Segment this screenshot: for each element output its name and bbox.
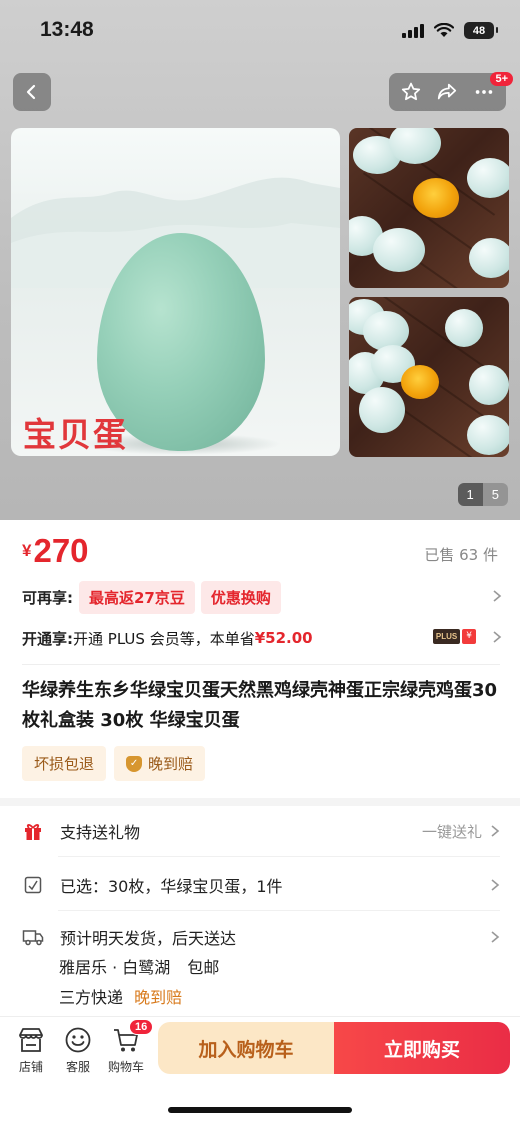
chevron-right-icon	[491, 825, 500, 837]
divider	[58, 856, 500, 857]
main-product-image[interactable]: 宝贝蛋	[11, 128, 340, 456]
chevron-right-icon	[490, 878, 500, 892]
gift-action[interactable]: 一键送礼	[422, 821, 500, 842]
service-tag-late-compensation[interactable]: ✓ 晚到赔	[114, 746, 206, 781]
service-tag-damage-refund[interactable]: 坏损包退	[22, 746, 107, 781]
divider	[58, 910, 500, 911]
cart-icon: 16	[111, 1019, 154, 1055]
shop-icon	[16, 1025, 46, 1055]
wifi-icon	[434, 23, 454, 37]
shield-icon: ✓	[126, 755, 143, 772]
benefit-tag-exchange[interactable]: 优惠换购	[200, 580, 281, 614]
ship-location: 雅居乐 · 白鹭湖	[59, 958, 171, 977]
ship-courier-line: 三方快递 晚到赔	[59, 984, 182, 1008]
product-gallery[interactable]: 13:48 48 5+ 宝贝蛋 1 5	[0, 0, 520, 520]
plus-label: 开通享:	[22, 629, 73, 648]
chevron-right-icon	[492, 629, 502, 648]
plus-row[interactable]: 开通享: 开通 PLUS 会员等，本单省 ¥52.00 PLUS ¥	[22, 623, 502, 653]
back-arrow-icon	[26, 84, 36, 100]
customer-service-button[interactable]: 客服	[58, 1025, 98, 1075]
battery-icon: 48	[464, 22, 498, 39]
share-button[interactable]	[432, 77, 462, 107]
favorite-button[interactable]	[396, 77, 426, 107]
add-to-cart-button[interactable]: 加入购物车	[158, 1022, 334, 1074]
thumbnail-image[interactable]	[349, 128, 509, 288]
plus-logo: PLUS ¥	[432, 629, 476, 644]
late-compensation-label: 晚到赔	[148, 755, 194, 773]
product-title: 华绿养生东乡华绿宝贝蛋天然黑鸡绿壳神蛋正宗绿壳鸡蛋30枚礼盒装 30枚 华绿宝贝…	[22, 680, 498, 731]
cart-label: 购物车	[107, 1060, 144, 1074]
chevron-right-icon	[492, 588, 502, 607]
sold-count: 已售 63 件	[424, 546, 498, 564]
plus-save-amount: ¥52.00	[254, 629, 313, 647]
selected-spec-row[interactable]: 已选：30枚，华绿宝贝蛋，1件	[22, 872, 500, 898]
plus-logo-coupon: ¥	[462, 629, 476, 644]
ship-free: 包邮	[187, 958, 220, 977]
shipping-row[interactable]: 预计明天发货，后天送达	[22, 924, 500, 950]
image-page-indicator: 1 5	[457, 483, 508, 506]
smile-icon	[63, 1025, 93, 1055]
status-icons: 48	[402, 22, 498, 39]
ship-estimate: 预计明天发货，后天送达	[60, 929, 237, 948]
home-indicator[interactable]	[168, 1107, 352, 1113]
spec-check-icon	[22, 874, 44, 896]
thumbnail-image[interactable]	[349, 297, 509, 457]
share-icon	[438, 83, 457, 100]
service-tags: 坏损包退 ✓ 晚到赔	[22, 746, 206, 781]
price-value: 270	[33, 532, 89, 569]
buy-now-button[interactable]: 立即购买	[334, 1022, 510, 1074]
gift-icon	[22, 820, 44, 842]
signal-icon	[402, 23, 424, 38]
back-button[interactable]	[13, 73, 51, 111]
truck-icon	[22, 926, 44, 948]
gift-row[interactable]: 支持送礼物 一键送礼	[22, 818, 500, 844]
divider	[22, 664, 500, 665]
page-total: 5	[482, 483, 508, 506]
plus-text: 开通 PLUS 会员等，本单省	[73, 629, 255, 648]
main-image-caption: 宝贝蛋	[23, 415, 128, 454]
gift-label: 支持送礼物	[60, 823, 141, 842]
benefits-row[interactable]: 可再享: 最高返27京豆 优惠换购	[22, 580, 502, 614]
benefits-label: 可再享:	[22, 588, 73, 607]
cart-button[interactable]: 16 购物车	[106, 1019, 154, 1075]
service-label: 客服	[65, 1060, 90, 1074]
status-bar: 13:48 48	[0, 0, 520, 64]
shop-button[interactable]: 店铺	[11, 1025, 51, 1075]
price: ¥270	[22, 532, 89, 570]
shop-label: 店铺	[18, 1060, 43, 1074]
gift-action-label: 一键送礼	[421, 822, 482, 841]
plus-logo-text: PLUS	[432, 629, 461, 644]
page-current: 1	[457, 483, 483, 506]
chevron-right-icon	[490, 930, 500, 944]
status-time: 13:48	[40, 18, 94, 41]
ship-late-compensation: 晚到赔	[134, 988, 183, 1007]
star-icon	[402, 82, 421, 101]
ship-location-line: 雅居乐 · 白鹭湖 包邮	[59, 954, 219, 978]
more-badge: 5+	[490, 72, 513, 86]
selected-spec-text: 已选：30枚，华绿宝贝蛋，1件	[60, 877, 283, 896]
price-currency: ¥	[22, 541, 32, 560]
top-actions	[389, 73, 506, 111]
cart-count-badge: 16	[129, 1019, 154, 1035]
benefit-tag-beans[interactable]: 最高返27京豆	[79, 580, 195, 614]
ship-courier: 三方快递	[59, 988, 124, 1007]
